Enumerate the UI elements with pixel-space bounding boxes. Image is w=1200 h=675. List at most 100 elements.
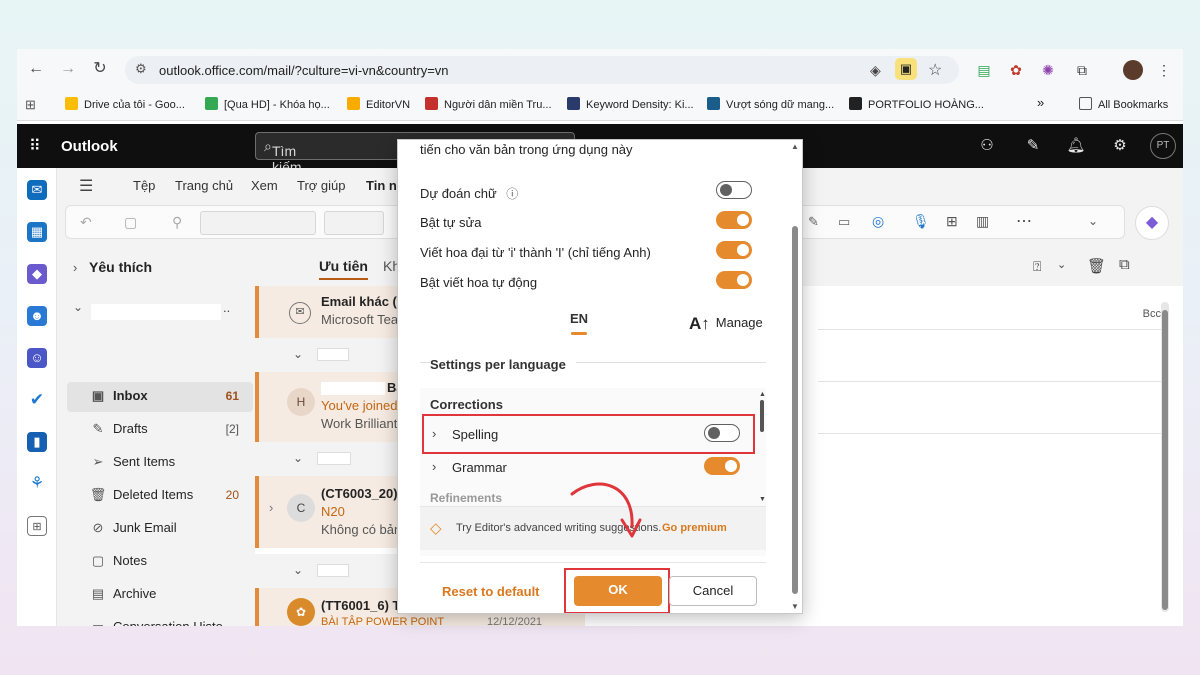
calendar-app-icon[interactable]: ▦ xyxy=(27,222,47,242)
reset-to-default-button[interactable]: Reset to default xyxy=(442,584,540,599)
bcc-link[interactable]: Bcc xyxy=(1143,308,1161,320)
font-family-select[interactable] xyxy=(200,211,316,235)
forward-icon[interactable]: → xyxy=(59,60,77,78)
folder-item[interactable]: ▤ Archive xyxy=(89,586,247,606)
ribbon-tab[interactable]: Xem xyxy=(251,178,278,193)
highlight-icon[interactable]: ✎ xyxy=(808,214,819,230)
user-avatar[interactable]: PT xyxy=(1150,133,1176,159)
format-painter-icon[interactable]: ⚲ xyxy=(172,214,182,231)
site-info-icon[interactable]: ⚙ xyxy=(135,61,147,77)
chevron-down-icon[interactable]: ⌄ xyxy=(1057,258,1066,271)
info-icon[interactable]: ⓘ xyxy=(506,187,518,201)
notes-feed-icon[interactable]: ✎ xyxy=(1023,136,1043,156)
folder-item[interactable]: ➢ Sent Items xyxy=(89,454,247,474)
dialog-scrollbar[interactable]: ▲ ▼ xyxy=(789,140,801,613)
language-tab-en[interactable]: EN xyxy=(570,311,588,335)
hamburger-icon[interactable]: ☰ xyxy=(79,176,93,196)
inner-scroll-thumb[interactable] xyxy=(760,400,764,432)
teams-icon[interactable]: ⚇ xyxy=(977,136,997,156)
paste-icon[interactable]: ▢ xyxy=(124,214,137,231)
todo-app-icon[interactable]: ✔ xyxy=(27,390,47,410)
copilot-icon[interactable]: ◆ xyxy=(1135,206,1169,240)
reload-icon[interactable]: ↻ xyxy=(91,60,109,78)
go-premium-link[interactable]: Go premium xyxy=(662,522,727,534)
scroll-up-icon[interactable]: ▲ xyxy=(791,142,799,151)
video-icon[interactable]: ▭ xyxy=(838,214,850,230)
cast-icon[interactable]: ▣ xyxy=(895,58,917,80)
ribbon-tab[interactable]: Trang chủ xyxy=(175,178,233,193)
bell-icon[interactable]: 🔔︎ xyxy=(1066,136,1086,156)
scroll-down-icon[interactable]: ▼ xyxy=(791,602,799,611)
chevron-right-icon[interactable]: › xyxy=(432,426,436,441)
profile-avatar[interactable] xyxy=(1123,60,1143,80)
chevron-right-icon[interactable]: › xyxy=(269,500,273,515)
cancel-button[interactable]: Cancel xyxy=(669,576,757,606)
dictate-icon[interactable]: 🎙︎ xyxy=(912,213,930,230)
chevron-right-icon[interactable]: › xyxy=(73,260,77,275)
puzzle-extension-icon[interactable]: ✺ xyxy=(1039,61,1057,79)
account-more-icon[interactable]: .. xyxy=(223,300,230,315)
reading-scrollbar[interactable] xyxy=(1161,302,1169,612)
extension-icon[interactable]: ✿ xyxy=(1007,61,1025,79)
bookmark-item[interactable]: Vượt sóng dữ mang... xyxy=(707,97,834,113)
bookmark-item[interactable]: EditorVN xyxy=(347,97,410,113)
extensions-icon[interactable]: ⧉ xyxy=(1073,61,1091,79)
all-bookmarks-link[interactable]: All Bookmarks xyxy=(1079,97,1168,113)
dialog-scroll-thumb[interactable] xyxy=(792,226,798,594)
scroll-up-icon[interactable]: ▲ xyxy=(759,391,766,398)
url-bar[interactable]: ⚙ outlook.office.com/mail/?culture=vi-vn… xyxy=(125,56,959,84)
to-line[interactable]: Bcc xyxy=(818,300,1163,330)
mail-app-icon[interactable]: ✉ xyxy=(27,180,47,200)
grammar-toggle[interactable] xyxy=(704,457,740,475)
people-app-icon[interactable]: ☻ xyxy=(27,306,47,326)
url-text[interactable]: outlook.office.com/mail/?culture=vi-vn&c… xyxy=(159,63,449,78)
spelling-label[interactable]: Spelling xyxy=(452,427,498,442)
scroll-down-icon[interactable]: ▼ xyxy=(759,496,766,503)
account-name-redacted[interactable] xyxy=(91,304,221,320)
scroll-thumb[interactable] xyxy=(1162,310,1168,610)
bookmark-item[interactable]: Keyword Density: Ki... xyxy=(567,97,694,113)
apps-icon[interactable]: ⊞ xyxy=(946,213,958,230)
onedrive-app-icon[interactable]: ▮ xyxy=(27,432,47,452)
copilot-app-icon[interactable]: ◆ xyxy=(27,264,47,284)
help-icon[interactable]: ⍰ xyxy=(1033,258,1041,275)
bookmark-star-icon[interactable]: ☆ xyxy=(928,60,942,80)
loop-icon[interactable]: ◎ xyxy=(872,213,884,230)
bookmark-item[interactable]: PORTFOLIO HOÀNG... xyxy=(849,97,984,113)
sheets-extension-icon[interactable]: ▤ xyxy=(975,61,993,79)
spelling-toggle[interactable] xyxy=(704,424,740,442)
folder-item[interactable]: ⊘ Junk Email xyxy=(89,520,247,540)
popout-icon[interactable]: ⧉ xyxy=(1119,256,1130,273)
folder-item[interactable]: 🗑︎ Deleted Items 20 xyxy=(89,487,247,507)
tab-focused[interactable]: Ưu tiên xyxy=(319,258,368,280)
bookmark-item[interactable]: Người dân miền Tru... xyxy=(425,97,552,113)
more-bookmarks-icon[interactable]: » xyxy=(1037,95,1044,111)
ok-button[interactable]: OK xyxy=(574,576,662,606)
org-app-icon[interactable]: ⚘ xyxy=(27,474,47,494)
more-apps-icon[interactable]: ⊞ xyxy=(27,516,47,536)
trash-icon[interactable]: 🗑︎ xyxy=(1087,257,1106,275)
app-launcher-icon[interactable]: ⠿ xyxy=(29,136,41,156)
chevron-down-icon[interactable]: ⌄ xyxy=(73,300,83,314)
poll-icon[interactable]: ▥ xyxy=(976,213,989,230)
undo-icon[interactable]: ↶ xyxy=(80,214,92,231)
ribbon-tab[interactable]: Tệp xyxy=(133,178,155,193)
bookmark-item[interactable]: [Qua HD] - Khóa họ... xyxy=(205,97,330,113)
auto-capitalize-toggle[interactable] xyxy=(716,271,752,289)
back-icon[interactable]: ← xyxy=(27,60,45,78)
ribbon-expand-icon[interactable]: ⌄ xyxy=(1088,214,1098,228)
subject-line[interactable] xyxy=(818,404,1163,434)
font-size-select[interactable] xyxy=(324,211,384,235)
chevron-right-icon[interactable]: › xyxy=(432,459,436,474)
folder-item[interactable]: ▭ Conversation Histo... xyxy=(89,619,247,626)
ribbon-tab[interactable]: Trợ giúp xyxy=(297,178,346,193)
autocorrect-toggle[interactable] xyxy=(716,211,752,229)
gear-icon[interactable]: ⚙ xyxy=(1110,136,1130,156)
apps-grid-icon[interactable]: ⊞ xyxy=(25,97,36,113)
folder-item[interactable]: ✎ Drafts [2] xyxy=(89,421,247,441)
more-options-icon[interactable]: ⋯ xyxy=(1016,211,1032,231)
groups-app-icon[interactable]: ☺ xyxy=(27,348,47,368)
grammar-label[interactable]: Grammar xyxy=(452,460,507,475)
manage-languages-button[interactable]: A↑ Manage xyxy=(689,314,763,334)
view-site-icon[interactable]: ◈ xyxy=(870,62,881,79)
